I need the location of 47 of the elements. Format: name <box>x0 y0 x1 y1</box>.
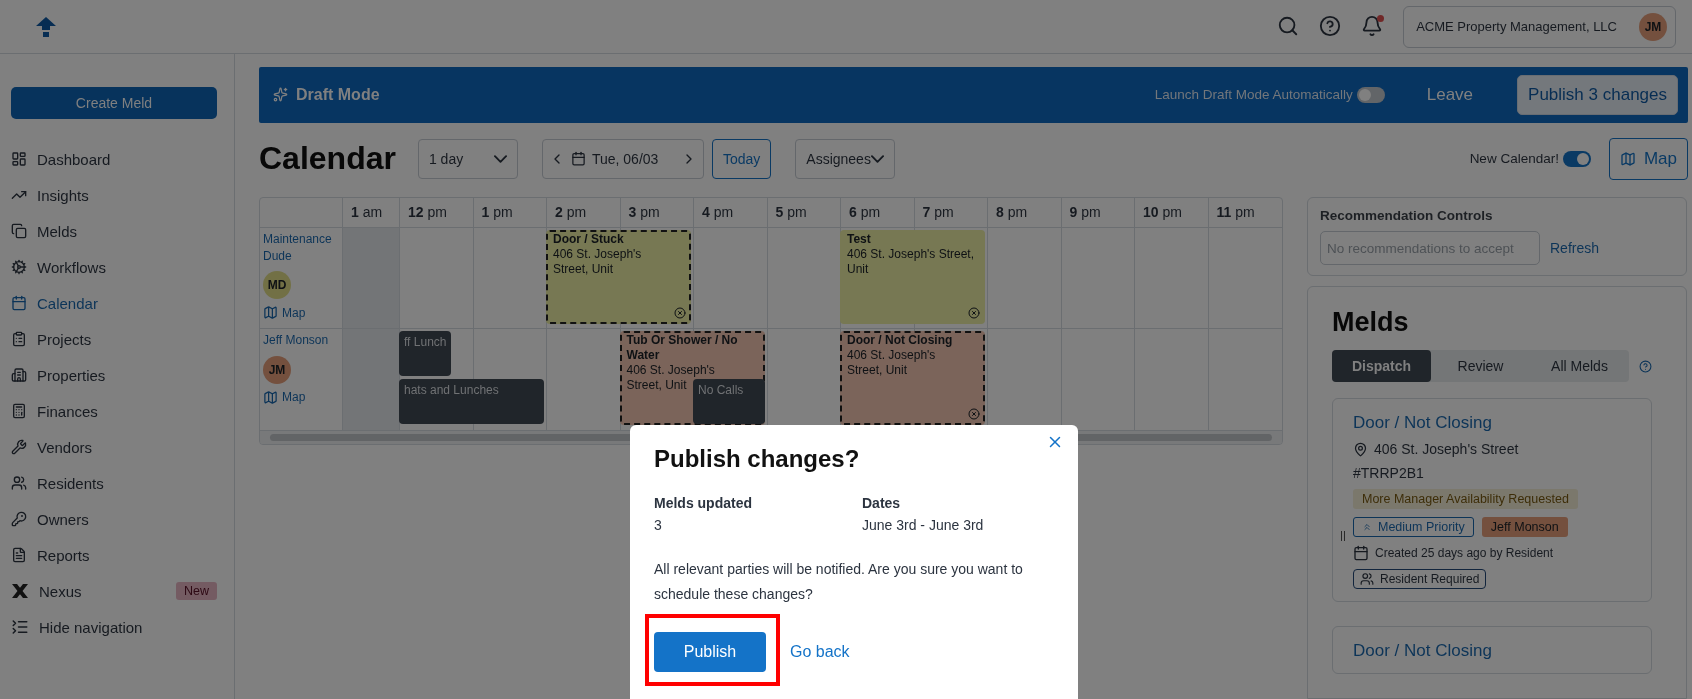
hour-label: 3 pm <box>619 198 693 227</box>
assignee-avatar: MD <box>263 271 291 300</box>
draft-mode-title: Draft Mode <box>296 85 380 104</box>
hour-label: 10 pm <box>1134 198 1208 227</box>
hour-label: 12 pm <box>399 198 473 227</box>
recommendation-title: Recommendation Controls <box>1320 208 1494 223</box>
hour-label: 5 pm <box>766 198 840 227</box>
event-address-line: Street, Unit <box>847 363 908 379</box>
hour-label: 11 pm <box>1207 198 1282 227</box>
hour-label: 2 pm <box>546 198 620 227</box>
event-address-line: Street, Unit <box>553 261 614 277</box>
assignee-avatar: JM <box>263 355 291 384</box>
hour-label: 7 pm <box>913 198 987 227</box>
dialog-message: All relevant parties will be notified. Are you sure you want to schedule these changes? <box>654 560 1024 604</box>
melds-heading: Melds <box>1332 307 1410 338</box>
requirement-tag: Resident Required <box>1353 569 1487 589</box>
hour-label: 6 pm <box>840 198 914 227</box>
event-title: Door / Not Closing <box>847 333 953 349</box>
priority-tag: Medium Priority <box>1353 517 1474 537</box>
event-address-line: 406 St. Joseph's <box>553 246 642 262</box>
hour-label: 1 pm <box>472 198 546 227</box>
hour-label: 1 am <box>342 198 399 227</box>
dialog-title: Publish changes? <box>654 445 861 473</box>
field-label: Melds updated <box>654 495 753 511</box>
hour-label: 8 pm <box>987 198 1061 227</box>
status-tag: More Manager Availability Requested <box>1353 489 1578 509</box>
assignee-tag: Jeff Monson <box>1481 517 1568 537</box>
event-title: Tub Or Shower / No Water <box>626 333 739 364</box>
event-address-line: 406 St. Joseph's <box>626 363 715 379</box>
event-address-line: Street, Unit <box>626 378 687 394</box>
event-address-line: 406 St. Joseph's Street, <box>847 246 975 262</box>
auto-draft-label: Launch Draft Mode Automatically <box>1154 87 1353 103</box>
meld-address: 406 St. Joseph's Street <box>1374 441 1519 457</box>
new-badge: New <box>176 582 217 600</box>
new-calendar-label: New Calendar! <box>1469 151 1559 167</box>
field-value: 3 <box>654 517 663 533</box>
created-info: Created 25 days ago by Resident <box>1375 546 1554 560</box>
event-title: Door / Stuck <box>553 231 624 247</box>
meld-reference: #TRRP2B1 <box>1353 465 1425 481</box>
hour-label: 9 pm <box>1060 198 1134 227</box>
event-address-line: Unit <box>847 261 869 277</box>
field-label: Dates <box>862 495 902 511</box>
event-address-line: 406 St. Joseph's <box>847 348 936 364</box>
field-value: June 3rd - June 3rd <box>862 517 985 533</box>
hour-label: 4 pm <box>693 198 767 227</box>
page-title: Calendar <box>259 140 396 178</box>
event-title: Test <box>847 231 871 247</box>
